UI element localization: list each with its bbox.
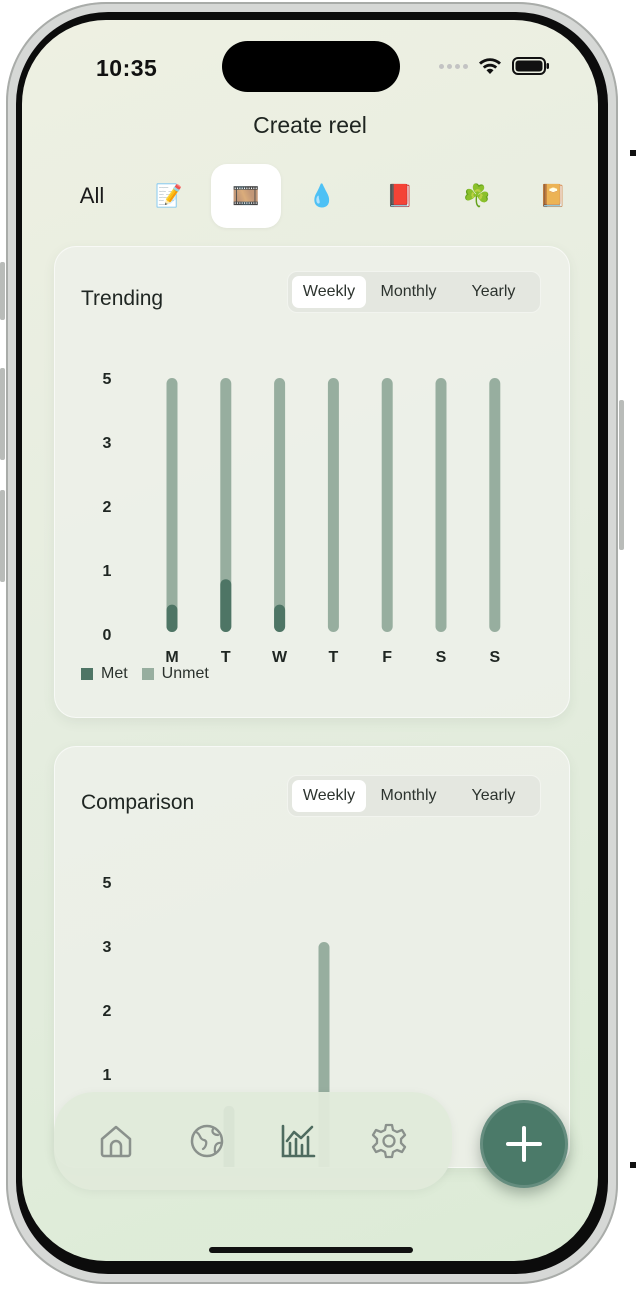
y-tick-label: 5 bbox=[103, 875, 112, 892]
droplet-icon: 💧 bbox=[308, 183, 336, 208]
power-button bbox=[619, 400, 624, 550]
x-tick-label: T bbox=[221, 649, 231, 666]
volume-up-button bbox=[0, 368, 5, 460]
category-all[interactable]: All bbox=[62, 164, 122, 228]
shamrock-icon: ☘️ bbox=[463, 183, 491, 208]
legend-met-label: Met bbox=[101, 665, 128, 682]
notebook-icon: 📔 bbox=[539, 183, 567, 208]
category-red-book[interactable]: 📕 bbox=[365, 164, 435, 228]
film-icon: 🎞️ bbox=[232, 183, 260, 208]
unmet-bar bbox=[166, 378, 178, 632]
plus-icon bbox=[506, 1126, 542, 1162]
unmet-bar bbox=[489, 378, 501, 632]
y-tick-label: 3 bbox=[103, 939, 112, 956]
page-title: Create reel bbox=[253, 112, 367, 138]
x-tick-label: M bbox=[165, 649, 178, 666]
red-book-icon: 📕 bbox=[386, 183, 414, 208]
x-tick-label: S bbox=[489, 649, 500, 666]
edge-marker bbox=[630, 1162, 636, 1168]
trending-bar-chart: 0 1 2 3 5 M T W T F S S bbox=[103, 371, 501, 666]
legend-met-swatch bbox=[81, 668, 93, 680]
globe-icon[interactable] bbox=[187, 1121, 227, 1161]
x-tick-label: T bbox=[329, 649, 339, 666]
battery-icon bbox=[512, 57, 549, 75]
unmet-bar bbox=[381, 378, 393, 632]
category-film[interactable]: 🎞️ bbox=[211, 164, 281, 228]
settings-gear-icon[interactable] bbox=[369, 1121, 409, 1161]
unmet-bar bbox=[327, 378, 339, 632]
legend-unmet-label: Unmet bbox=[161, 665, 209, 682]
y-tick-label: 1 bbox=[103, 1067, 112, 1084]
wifi-icon bbox=[479, 58, 501, 74]
home-indicator bbox=[209, 1247, 413, 1253]
edge-marker bbox=[630, 150, 636, 156]
met-bar bbox=[220, 579, 232, 632]
y-tick-label: 2 bbox=[103, 499, 112, 516]
y-tick-label: 5 bbox=[103, 371, 112, 388]
category-notebook[interactable]: 📔 bbox=[518, 164, 588, 228]
y-tick-label: 1 bbox=[103, 563, 112, 580]
category-droplet[interactable]: 💧 bbox=[287, 164, 357, 228]
trending-card: Trending Weekly Monthly Yearly 01235MTWT… bbox=[54, 246, 570, 718]
volume-down-button bbox=[0, 490, 5, 582]
category-all-label: All bbox=[79, 183, 105, 208]
status-time: 10:35 bbox=[96, 55, 158, 81]
app-screen: 10:35 Create reel All 📝 🎞️ 💧 📕 ☘️ 📔 Tren… bbox=[22, 20, 598, 1261]
stats-chart-icon[interactable] bbox=[278, 1121, 318, 1161]
category-memo[interactable]: 📝 bbox=[134, 164, 204, 228]
y-tick-label: 2 bbox=[103, 1003, 112, 1020]
memo-icon: 📝 bbox=[155, 183, 183, 208]
legend-unmet-swatch bbox=[141, 668, 154, 680]
unmet-bar bbox=[435, 378, 447, 632]
x-tick-label: S bbox=[436, 649, 447, 666]
bottom-tab-bar bbox=[54, 1092, 452, 1190]
category-shamrock[interactable]: ☘️ bbox=[442, 164, 512, 228]
x-tick-label: W bbox=[272, 649, 288, 666]
action-button bbox=[0, 262, 5, 320]
chart-legend: Met Unmet bbox=[81, 665, 209, 683]
category-selector: All 📝 🎞️ 💧 📕 ☘️ 📔 bbox=[62, 164, 582, 228]
cellular-signal-icon bbox=[439, 63, 468, 69]
home-icon[interactable] bbox=[96, 1121, 136, 1161]
dynamic-island bbox=[222, 41, 400, 92]
y-tick-label: 0 bbox=[103, 627, 112, 644]
met-bar bbox=[274, 604, 286, 632]
status-icons bbox=[439, 57, 550, 75]
unmet-bar bbox=[274, 378, 286, 632]
x-tick-label: F bbox=[382, 649, 392, 666]
met-bar bbox=[166, 604, 178, 632]
add-button[interactable] bbox=[480, 1100, 568, 1188]
y-tick-label: 3 bbox=[103, 435, 112, 452]
